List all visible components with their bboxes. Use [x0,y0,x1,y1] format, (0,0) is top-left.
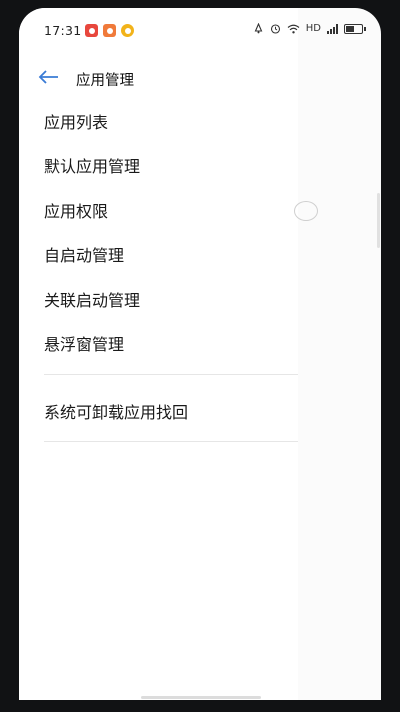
alarm-icon [270,24,280,34]
signal-icon [327,23,338,34]
menu-item-floating-window[interactable]: 悬浮窗管理 [44,331,124,355]
phone-frame: 17:31 HD 应用管理 应用列表 默认应用管理 应用权限 自启动管理 关联启… [0,0,400,712]
menu-item-app-permissions[interactable]: 应用权限 [44,198,108,222]
back-button[interactable] [37,66,61,88]
menu-item-autostart[interactable]: 自启动管理 [44,242,124,266]
notification-app-yellow-icon [121,24,134,37]
battery-icon [344,23,366,34]
notification-app-orange-icon [103,24,116,37]
vibrate-icon [254,23,263,34]
section-divider [44,374,298,375]
wifi-icon [287,24,300,33]
notification-icons [85,24,134,37]
menu-item-restore-system-apps[interactable]: 系统可卸载应用找回 [44,399,188,423]
menu-item-default-apps[interactable]: 默认应用管理 [44,153,140,177]
menu-item-app-list[interactable]: 应用列表 [44,109,108,133]
home-indicator[interactable] [141,696,261,699]
screen: 17:31 HD 应用管理 应用列表 默认应用管理 应用权限 自启动管理 关联启… [19,8,381,700]
touch-indicator [294,201,318,221]
menu-item-linked-startup[interactable]: 关联启动管理 [44,287,140,311]
network-type: HD [305,23,321,34]
status-bar: 17:31 HD [19,8,381,52]
notification-app-red-icon [85,24,98,37]
section-divider [44,441,298,442]
back-arrow-icon [38,70,58,84]
scrollbar[interactable] [377,193,380,248]
battery-level [346,25,354,32]
status-indicators: HD [253,23,366,34]
status-time: 17:31 [44,23,82,38]
page-title: 应用管理 [76,73,134,89]
title-bar: 应用管理 [19,60,298,100]
